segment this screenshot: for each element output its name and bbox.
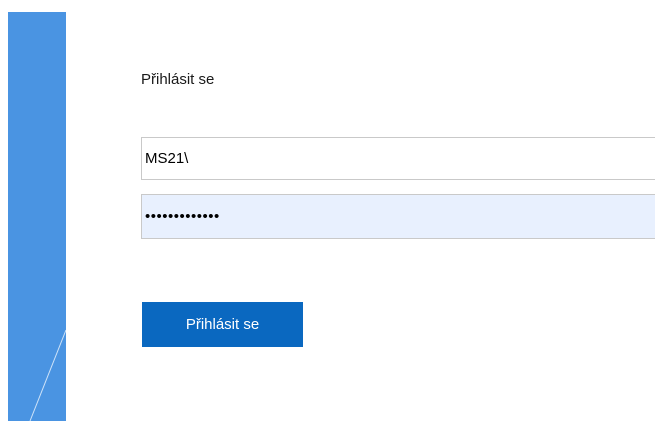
decorative-line-graphic — [29, 329, 66, 421]
decorative-diagonal-line — [29, 329, 66, 421]
brand-side-panel — [8, 12, 66, 421]
username-input[interactable] — [142, 138, 655, 179]
username-field-wrapper — [141, 137, 655, 180]
password-input[interactable] — [142, 195, 655, 238]
page-title: Přihlásit se — [141, 71, 215, 88]
password-field-wrapper — [141, 194, 655, 239]
login-page: Přihlásit se Přihlásit se — [0, 0, 655, 421]
sign-in-button[interactable]: Přihlásit se — [142, 302, 303, 347]
